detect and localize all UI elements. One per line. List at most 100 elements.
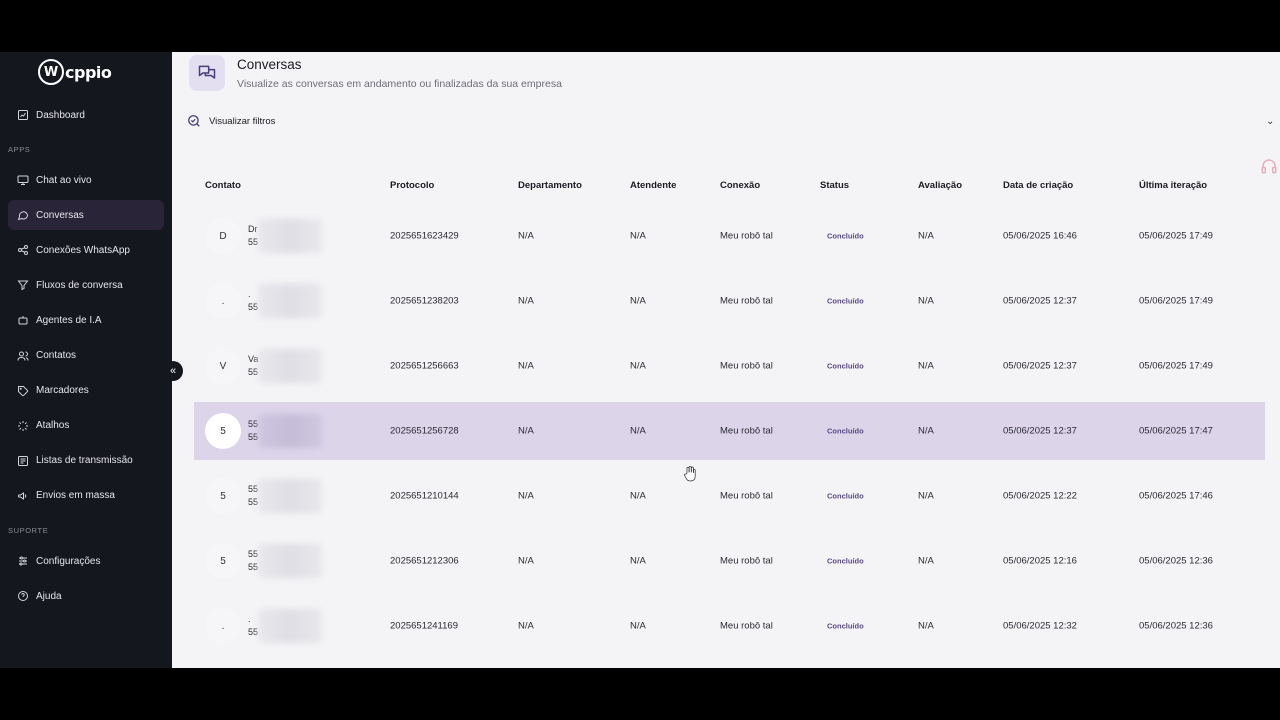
sidebar-item-envios-em-massa[interactable]: Envios em massa <box>8 481 164 511</box>
cell-avaliacao: N/A <box>918 425 934 437</box>
table-row[interactable]: .. 55 2025651241169 N/A N/A Meu robô tal Concl… <box>194 597 1265 655</box>
sidebar-item-conexoes-whatsapp[interactable]: Conexões WhatsApp <box>8 235 164 265</box>
sidebar-item-atalhos[interactable]: Atalhos <box>8 411 164 441</box>
column-header-departamento[interactable]: Departamento <box>518 180 582 191</box>
avatar: 5 <box>205 478 241 514</box>
column-header-avaliacao[interactable]: Avaliação <box>918 180 962 191</box>
sidebar-item-configuracoes[interactable]: Configurações <box>8 546 164 576</box>
status-badge: Concluído <box>827 426 864 436</box>
sidebar-item-agentes-de-i-a[interactable]: Agentes de I.A <box>8 305 164 335</box>
sliders-icon <box>17 555 29 567</box>
cell-criacao: 05/06/2025 12:37 <box>1003 425 1077 437</box>
table-row[interactable]: V Va 55 2025651256663 N/A N/A Meu robô tal Conc… <box>194 337 1265 395</box>
filters-label: Visualizar filtros <box>209 115 276 127</box>
avatar: D <box>205 218 241 254</box>
status-badge: Concluído <box>827 231 864 241</box>
cell-avaliacao: N/A <box>918 620 934 632</box>
cell-conexao: Meu robô tal <box>720 295 773 307</box>
cell-atendente: N/A <box>630 620 646 632</box>
sidebar-item-label: Agentes de I.A <box>36 314 102 326</box>
cell-atendente: N/A <box>630 490 646 502</box>
column-header-contato[interactable]: Contato <box>205 180 241 191</box>
cell-conexao: Meu robô tal <box>720 620 773 632</box>
sidebar-item-marcadores[interactable]: Marcadores <box>8 376 164 406</box>
chevron-down-icon[interactable]: ⌄ <box>1266 116 1274 127</box>
cell-departamento: N/A <box>518 555 534 567</box>
cell-protocolo: 2025651256663 <box>390 360 459 372</box>
cell-departamento: N/A <box>518 360 534 372</box>
cell-departamento: N/A <box>518 490 534 502</box>
avatar: 5 <box>205 413 241 449</box>
sidebar-section-label: SUPORTE <box>8 526 49 535</box>
cell-criacao: 05/06/2025 12:37 <box>1003 360 1077 372</box>
cell-iteracao: 05/06/2025 17:49 <box>1139 295 1213 307</box>
cell-criacao: 05/06/2025 16:46 <box>1003 230 1077 242</box>
cell-atendente: N/A <box>630 230 646 242</box>
cell-conexao: Meu robô tal <box>720 490 773 502</box>
contact-phone-line: 55 <box>248 497 259 507</box>
sidebar-item-label: Atalhos <box>36 420 70 432</box>
column-header-ultima-iteracao[interactable]: Última iteração <box>1139 180 1207 191</box>
column-header-atendente[interactable]: Atendente <box>630 180 676 191</box>
sidebar-item-ajuda[interactable]: Ajuda <box>8 581 164 611</box>
sidebar-item-label: Marcadores <box>36 385 89 397</box>
column-header-data-de-criacao[interactable]: Data de criação <box>1003 180 1073 191</box>
contact-name-line: . <box>248 614 251 624</box>
sidebar-item-conversas[interactable]: Conversas <box>8 200 164 231</box>
sidebar-item-label: Conversas <box>36 209 84 221</box>
sidebar-section-label: APPS <box>8 145 31 154</box>
status-badge: Concluído <box>827 621 864 631</box>
collapse-sidebar-button[interactable]: « <box>163 361 183 381</box>
column-header-protocolo[interactable]: Protocolo <box>390 180 434 191</box>
contact-name: 55 55 <box>248 548 258 574</box>
cell-protocolo: 2025651212306 <box>390 555 459 567</box>
sidebar-item-listas-de-transmissao[interactable]: Listas de transmissão <box>8 446 164 476</box>
cell-protocolo: 2025651210144 <box>390 490 459 502</box>
cell-conexao: Meu robô tal <box>720 425 773 437</box>
contact-name-line: 55 <box>248 549 259 559</box>
contact-name: Va 55 <box>248 353 258 379</box>
sidebar-item-contatos[interactable]: Contatos <box>8 341 164 371</box>
filters-toggle[interactable]: Visualizar filtros <box>187 114 275 128</box>
cell-criacao: 05/06/2025 12:16 <box>1003 555 1077 567</box>
tag-icon <box>17 385 29 397</box>
table-row[interactable]: 5 55 55 2025651256728 N/A N/A Meu robô tal Conc… <box>194 402 1265 460</box>
status-badge: Concluído <box>827 296 864 306</box>
sidebar-item-label: Chat ao vivo <box>36 174 92 186</box>
column-header-status[interactable]: Status <box>820 180 849 191</box>
brand-logo[interactable]: W cppio <box>38 58 112 86</box>
cell-avaliacao: N/A <box>918 295 934 307</box>
cell-iteracao: 05/06/2025 17:49 <box>1139 360 1213 372</box>
cell-atendente: N/A <box>630 295 646 307</box>
contact-name: 55 55 <box>248 483 258 509</box>
cell-departamento: N/A <box>518 425 534 437</box>
table-row[interactable]: .. 55 2025651238203 N/A N/A Meu robô tal Concl… <box>194 272 1265 330</box>
mouse-cursor-icon <box>684 466 696 482</box>
avatar: . <box>205 608 241 644</box>
headset-icon[interactable] <box>1260 157 1278 175</box>
cell-protocolo: 2025651238203 <box>390 295 459 307</box>
cell-conexao: Meu robô tal <box>720 360 773 372</box>
app-window: W cppio Dashboard APPS Chat ao vivo Convers… <box>0 52 1280 668</box>
megaphone-icon <box>17 490 29 502</box>
cell-avaliacao: N/A <box>918 230 934 242</box>
contact-phone-line: 55 <box>248 302 259 312</box>
sidebar-item-fluxos-de-conversa[interactable]: Fluxos de conversa <box>8 270 164 300</box>
contact-phone-line: 55 <box>248 237 259 247</box>
chat-icon <box>189 55 225 91</box>
column-header-conexao[interactable]: Conexão <box>720 180 760 191</box>
contact-name-line: 55 <box>248 484 259 494</box>
sidebar-item-label: Listas de transmissão <box>36 455 133 467</box>
avatar: V <box>205 348 241 384</box>
funnel-icon <box>17 279 29 291</box>
avatar: 5 <box>205 543 241 579</box>
cell-avaliacao: N/A <box>918 555 934 567</box>
sidebar-item-dashboard[interactable]: Dashboard <box>8 100 164 130</box>
table-row[interactable]: D Dr 55 2025651623429 N/A N/A Meu robô tal Conc… <box>194 207 1265 265</box>
sidebar-item-chat-ao-vivo[interactable]: Chat ao vivo <box>8 165 164 195</box>
table-row[interactable]: 5 55 55 2025651212306 N/A N/A Meu robô tal Conc… <box>194 532 1265 590</box>
redacted-contact-info <box>258 479 322 513</box>
sidebar-item-label: Dashboard <box>36 109 85 121</box>
table-row[interactable]: 5 55 55 2025651210144 N/A N/A Meu robô tal Conc… <box>194 467 1265 525</box>
status-badge: Concluído <box>827 361 864 371</box>
